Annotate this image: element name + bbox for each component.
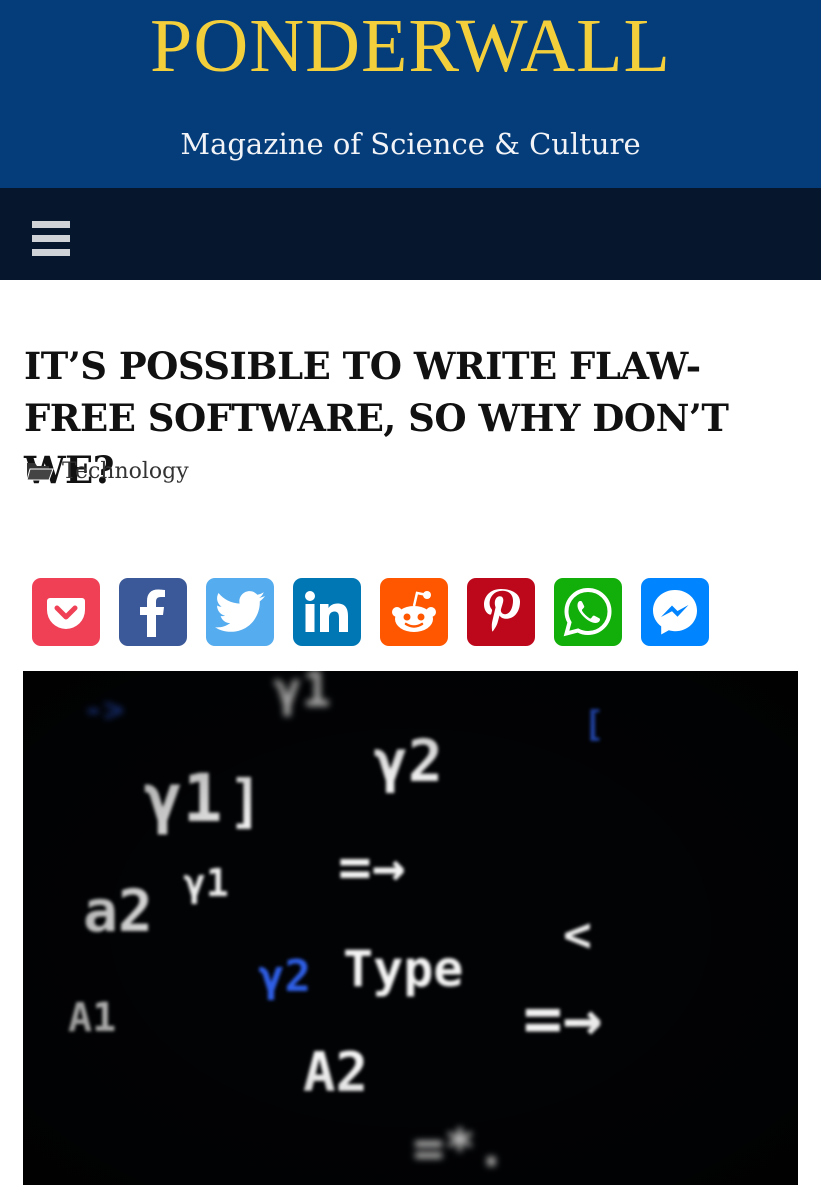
reddit-icon	[392, 591, 436, 632]
site-tagline: Magazine of Science & Culture	[180, 127, 641, 161]
facebook-share-button[interactable]	[119, 578, 187, 646]
post-category: Technology	[26, 455, 189, 487]
pinterest-share-button[interactable]	[467, 578, 535, 646]
linkedin-share-button[interactable]	[293, 578, 361, 646]
pocket-share-button[interactable]	[32, 578, 100, 646]
messenger-share-button[interactable]	[641, 578, 709, 646]
category-link[interactable]: Technology	[62, 459, 189, 484]
twitter-share-button[interactable]	[206, 578, 274, 646]
social-share-bar	[32, 578, 728, 646]
pocket-icon	[47, 598, 85, 629]
site-header: PONDERWALL Magazine of Science & Culture	[0, 0, 821, 188]
navigation-bar	[0, 188, 821, 280]
folder-icon	[26, 463, 54, 481]
reddit-share-button[interactable]	[380, 578, 448, 646]
whatsapp-share-button[interactable]	[554, 578, 622, 646]
featured-image: ->γ1[γ1]γ2=→γ1a2<γ2Type=→A1A2=*.	[23, 671, 798, 1185]
facebook-icon	[140, 589, 165, 637]
pinterest-icon	[484, 589, 520, 632]
twitter-icon	[215, 591, 265, 632]
hamburger-menu-icon[interactable]	[32, 221, 70, 257]
site-title[interactable]: PONDERWALL	[0, 6, 821, 86]
whatsapp-icon	[563, 587, 612, 637]
linkedin-icon	[305, 591, 348, 632]
messenger-icon	[653, 590, 697, 635]
